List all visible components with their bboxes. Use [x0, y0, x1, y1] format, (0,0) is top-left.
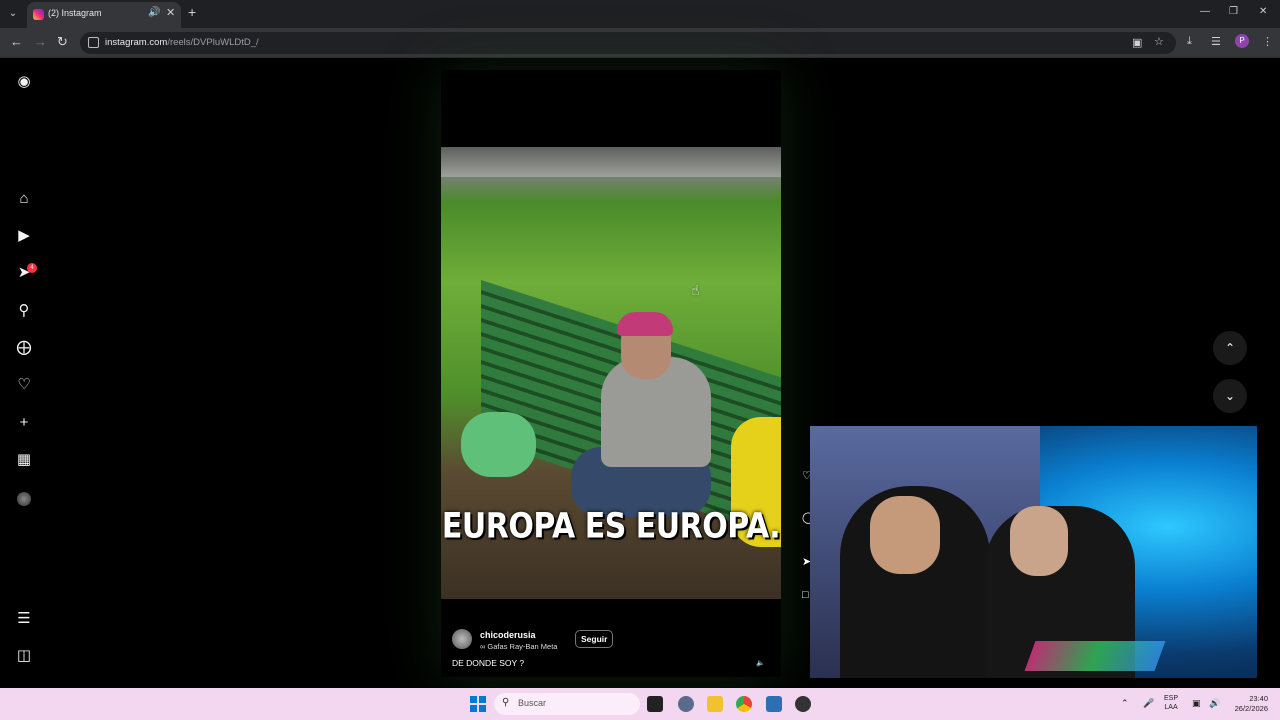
url-path: /reels/DVPluWLDtD_/: [167, 37, 259, 48]
reels-icon[interactable]: ▶: [14, 226, 34, 246]
reload-icon[interactable]: ↻: [57, 34, 68, 50]
webcam-person-left-face: [870, 496, 940, 574]
browser-menu-icon[interactable]: ⋮: [1262, 35, 1273, 48]
tab-search-chevron-icon[interactable]: ⌄: [4, 5, 22, 23]
follow-button[interactable]: Seguir: [575, 630, 614, 648]
settings-gear-icon[interactable]: [678, 696, 694, 712]
tab-title: (2) Instagram: [48, 8, 102, 18]
webcam-rgb-keyboard: [1024, 641, 1166, 671]
video-green-bag: [461, 412, 536, 477]
author-username[interactable]: chicoderusia: [480, 630, 536, 640]
obs-icon[interactable]: [795, 696, 811, 712]
install-app-icon[interactable]: ▣: [1132, 36, 1142, 49]
video-person-cap: [617, 312, 673, 336]
reel-video[interactable]: EUROPA ES EUROPA. ☝: [441, 147, 781, 599]
url-text: instagram.com/reels/DVPluWLDtD_/: [105, 37, 259, 48]
create-plus-icon[interactable]: +: [14, 413, 34, 433]
search-icon: ⚲: [502, 697, 510, 708]
more-menu-icon[interactable]: ☰: [14, 609, 34, 629]
taskbar-search[interactable]: ⚲ Buscar: [494, 693, 640, 715]
also-from-meta-icon[interactable]: ◫: [14, 646, 34, 666]
media-controls-icon[interactable]: ☰: [1211, 35, 1221, 48]
language-code: ESP: [1164, 695, 1179, 702]
windows-taskbar: ⚲ Buscar ⌃ 🎤 ESP LAA ▣ 🔊 23:40 26/2/2026: [0, 688, 1280, 720]
profile-avatar[interactable]: [17, 492, 31, 506]
sidebar-nav: ◉ ⌂ ▶ ➤ 4 ⚲ ⨁ ♡ + ▦ ☰ ◫: [0, 58, 48, 688]
minimize-icon[interactable]: —: [1200, 6, 1210, 17]
instagram-favicon-icon: [33, 9, 44, 20]
microphone-icon[interactable]: 🎤: [1143, 698, 1154, 709]
new-tab-button[interactable]: +: [188, 4, 196, 20]
file-explorer-icon[interactable]: [707, 696, 723, 712]
taskbar-clock[interactable]: 23:40 26/2/2026: [1228, 694, 1268, 714]
address-bar[interactable]: instagram.com/reels/DVPluWLDtD_/ ▣ ☆: [80, 32, 1176, 54]
task-view-icon[interactable]: [647, 696, 663, 712]
notifications-heart-icon[interactable]: ♡: [14, 375, 34, 395]
video-background-street: [441, 147, 781, 177]
downloads-icon[interactable]: ⤓: [1187, 35, 1192, 48]
site-info-icon[interactable]: [88, 37, 99, 48]
back-icon[interactable]: ←: [10, 34, 23, 49]
bookmark-star-icon[interactable]: ☆: [1154, 35, 1164, 48]
save-icon[interactable]: □: [802, 589, 809, 601]
windows-start-icon[interactable]: [470, 696, 486, 712]
reel-info: chicoderusia ∞ Gafas Ray-Ban Meta Seguir…: [441, 599, 781, 677]
author-subtitle: ∞ Gafas Ray-Ban Meta: [480, 642, 558, 651]
next-reel-button[interactable]: ⌄: [1213, 379, 1247, 413]
messages-badge: 4: [27, 263, 37, 273]
clock-time: 23:40: [1249, 694, 1268, 703]
volume-icon[interactable]: 🔊: [1209, 698, 1220, 709]
dashboard-icon[interactable]: ▦: [14, 450, 34, 470]
search-icon[interactable]: ⚲: [14, 301, 34, 321]
tray-chevron-icon[interactable]: ⌃: [1121, 698, 1129, 709]
author-avatar[interactable]: [452, 629, 472, 649]
keyboard-layout: LAA: [1164, 704, 1178, 711]
instagram-logo-icon[interactable]: ◉: [14, 72, 34, 92]
tab-audio-icon[interactable]: 🔊: [148, 7, 160, 18]
home-icon[interactable]: ⌂: [14, 189, 34, 209]
forward-icon[interactable]: →: [34, 34, 47, 49]
chrome-icon[interactable]: [736, 696, 752, 712]
profile-avatar-button[interactable]: P: [1235, 34, 1249, 48]
clock-date: 26/2/2026: [1234, 704, 1268, 713]
reel-player[interactable]: EUROPA ES EUROPA. ☝ chicoderusia ∞ Gafas…: [441, 70, 781, 677]
hand-cursor-icon: ☝: [691, 282, 700, 298]
webcam-person-right-face: [1010, 506, 1068, 576]
browser-tab-instagram[interactable]: (2) Instagram 🔊 ✕: [27, 2, 181, 28]
app-window-icon[interactable]: [766, 696, 782, 712]
window-close-icon[interactable]: ✕: [1259, 6, 1267, 17]
restore-icon[interactable]: ❐: [1229, 6, 1238, 17]
network-icon[interactable]: ▣: [1192, 698, 1201, 709]
webcam-overlay: [810, 426, 1257, 678]
explore-icon[interactable]: ⨁: [14, 338, 34, 358]
instagram-page: ◉ ⌂ ▶ ➤ 4 ⚲ ⨁ ♡ + ▦ ☰ ◫ EUROPA ES EUROPA…: [0, 58, 1280, 688]
tab-close-icon[interactable]: ✕: [166, 6, 175, 19]
language-indicator[interactable]: ESP LAA: [1164, 694, 1178, 712]
browser-tab-strip: ⌄ (2) Instagram 🔊 ✕ + — ❐ ✕: [0, 0, 1280, 28]
browser-toolbar: ← → ↻ instagram.com/reels/DVPluWLDtD_/ ▣…: [0, 28, 1280, 58]
taskbar-search-placeholder: Buscar: [518, 698, 547, 708]
mute-icon[interactable]: 🔈: [756, 659, 766, 669]
reel-caption: DE DONDE SOY ?: [452, 658, 525, 668]
url-host: instagram.com: [105, 37, 168, 48]
video-overlay-caption: EUROPA ES EUROPA.: [441, 506, 781, 547]
previous-reel-button[interactable]: ⌃: [1213, 331, 1247, 365]
